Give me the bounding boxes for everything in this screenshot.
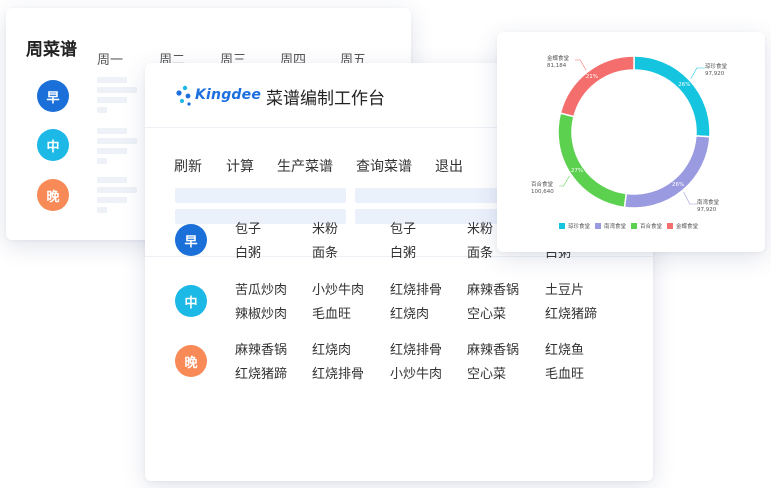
legend-item[interactable]: 金蝶食堂 bbox=[667, 222, 698, 230]
dish-cell[interactable]: 包子 bbox=[235, 218, 261, 237]
slice-percent-label: 26% bbox=[678, 81, 691, 88]
dish-cell[interactable]: 红烧肉 bbox=[390, 303, 429, 322]
legend-label: 百合食堂 bbox=[640, 224, 663, 230]
legend-item[interactable]: 琼珍食堂 bbox=[559, 222, 590, 230]
dish-cell[interactable]: 小炒牛肉 bbox=[390, 363, 442, 382]
dish-cell[interactable]: 包子 bbox=[390, 218, 416, 237]
dish-cell[interactable]: 麻辣香锅 bbox=[235, 339, 287, 358]
query-menu-button[interactable]: 查询菜谱 bbox=[356, 156, 412, 176]
placeholder-line bbox=[97, 187, 137, 193]
slice-percent-label: 21% bbox=[585, 74, 598, 81]
lunch-badge: 中 bbox=[175, 285, 207, 317]
breakfast-badge: 早 bbox=[175, 224, 207, 256]
dish-cell[interactable]: 麻辣香锅 bbox=[467, 339, 519, 358]
leader-line bbox=[559, 175, 570, 187]
legend-swatch bbox=[631, 223, 637, 229]
slice-name: 琼珍食堂 bbox=[705, 64, 728, 70]
dish-cell[interactable]: 红烧猪蹄 bbox=[545, 303, 597, 322]
dish-cell[interactable]: 毛血旺 bbox=[545, 363, 584, 382]
exit-button[interactable]: 退出 bbox=[435, 156, 463, 176]
dish-cell[interactable]: 米粉 bbox=[467, 218, 493, 237]
dish-cell[interactable]: 红烧排骨 bbox=[312, 363, 364, 382]
placeholder-line bbox=[97, 107, 107, 113]
slice-value-label: 金蝶食堂 81,184 bbox=[547, 56, 569, 70]
dish-cell[interactable]: 面条 bbox=[312, 242, 338, 261]
slice-name: 百合食堂 bbox=[531, 182, 554, 188]
filter-field[interactable] bbox=[175, 188, 346, 203]
dinner-badge: 晚 bbox=[37, 179, 69, 211]
placeholder-line bbox=[97, 97, 127, 103]
legend-swatch bbox=[559, 223, 565, 229]
slice-value-label: 琼珍食堂 97,920 bbox=[705, 64, 727, 78]
placeholder-line bbox=[97, 177, 127, 183]
legend-item[interactable]: 南湾食堂 bbox=[595, 222, 626, 230]
produce-menu-button[interactable]: 生产菜谱 bbox=[277, 156, 333, 176]
placeholder-line bbox=[97, 138, 137, 144]
slice-name: 南湾食堂 bbox=[697, 200, 720, 206]
canteen-share-chart-card: 琼珍食堂 97,920 南湾食堂 97,920 百合食堂 100,640 金蝶食堂 81,18… bbox=[497, 32, 765, 252]
placeholder-line bbox=[97, 207, 107, 213]
donut-slice bbox=[557, 112, 628, 209]
placeholder-line bbox=[97, 77, 127, 83]
leader-line bbox=[683, 191, 697, 205]
dish-cell[interactable]: 红烧排骨 bbox=[390, 339, 442, 358]
slice-value: 97,920 bbox=[705, 71, 725, 77]
dish-cell[interactable]: 红烧猪蹄 bbox=[235, 363, 287, 382]
dish-cell[interactable]: 麻辣香锅 bbox=[467, 279, 519, 298]
legend-swatch bbox=[667, 223, 673, 229]
dish-cell[interactable]: 白粥 bbox=[235, 242, 261, 261]
calculate-button[interactable]: 计算 bbox=[226, 156, 254, 176]
legend-item[interactable]: 百合食堂 bbox=[631, 222, 662, 230]
lunch-badge: 中 bbox=[37, 129, 69, 161]
dish-cell[interactable]: 空心菜 bbox=[467, 303, 506, 322]
dish-cell[interactable]: 小炒牛肉 bbox=[312, 279, 364, 298]
slice-value: 81,184 bbox=[547, 63, 567, 69]
legend-swatch bbox=[595, 223, 601, 229]
dish-cell[interactable]: 红烧排骨 bbox=[390, 279, 442, 298]
logo-text: Kingdee bbox=[195, 87, 262, 103]
legend-label: 南湾食堂 bbox=[604, 224, 627, 230]
placeholder-line bbox=[97, 87, 137, 93]
donut-slice bbox=[623, 135, 711, 209]
legend-label: 琼珍食堂 bbox=[568, 224, 591, 230]
dish-cell[interactable]: 土豆片 bbox=[545, 279, 584, 298]
slice-percent-label: 27% bbox=[570, 167, 584, 174]
refresh-button[interactable]: 刷新 bbox=[174, 156, 202, 176]
slice-percent-label: 26% bbox=[671, 182, 685, 189]
dish-cell[interactable]: 米粉 bbox=[312, 218, 338, 237]
slice-value-label: 百合食堂 100,640 bbox=[531, 182, 554, 196]
dish-cell[interactable]: 面条 bbox=[467, 242, 493, 261]
slice-value: 97,920 bbox=[697, 207, 717, 213]
placeholder-line bbox=[97, 197, 127, 203]
placeholder-line bbox=[97, 128, 127, 134]
dish-cell[interactable]: 苦瓜炒肉 bbox=[235, 279, 287, 298]
leader-line bbox=[690, 67, 705, 79]
dish-cell[interactable]: 空心菜 bbox=[467, 363, 506, 382]
breakfast-badge: 早 bbox=[37, 80, 69, 112]
dinner-badge: 晚 bbox=[175, 345, 207, 377]
dish-cell[interactable]: 辣椒炒肉 bbox=[235, 303, 287, 322]
leader-line bbox=[575, 59, 587, 71]
dish-cell[interactable]: 红烧鱼 bbox=[545, 339, 584, 358]
day-label-mon: 周一 bbox=[97, 53, 124, 68]
workbench-title: 菜谱编制工作台 bbox=[266, 89, 385, 109]
dish-cell[interactable]: 红烧肉 bbox=[312, 339, 351, 358]
dish-cell[interactable]: 白粥 bbox=[390, 242, 416, 261]
legend-label: 金蝶食堂 bbox=[676, 224, 699, 230]
dish-cell[interactable]: 毛血旺 bbox=[312, 303, 351, 322]
slice-name: 金蝶食堂 bbox=[547, 56, 570, 62]
donut-slice bbox=[559, 55, 635, 118]
placeholder-line bbox=[97, 158, 107, 164]
slice-value: 100,640 bbox=[531, 189, 554, 195]
slice-value-label: 南湾食堂 97,920 bbox=[697, 200, 719, 214]
weekly-menu-title: 周菜谱 bbox=[26, 40, 77, 60]
placeholder-line bbox=[97, 148, 127, 154]
